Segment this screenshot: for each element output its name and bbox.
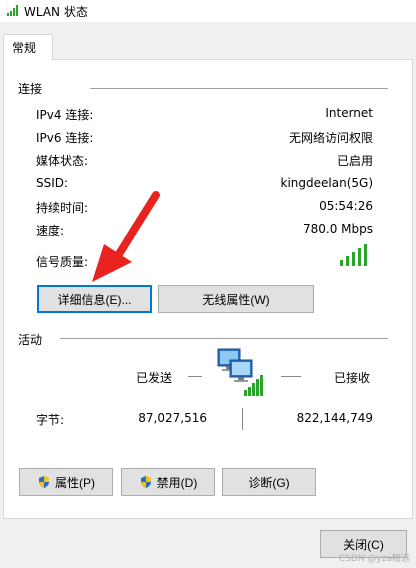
wireless-properties-button[interactable]: 无线属性(W)	[158, 285, 314, 313]
bytes-received-value: 822,144,749	[296, 411, 373, 425]
disable-button-label: 禁用(D)	[156, 475, 198, 490]
received-connector	[281, 376, 301, 377]
disable-button[interactable]: 禁用(D)	[121, 468, 215, 496]
tab-general[interactable]: 常规	[3, 34, 53, 60]
signal-strength-icon	[340, 244, 372, 266]
ssid-value: kingdeelan(5G)	[280, 176, 373, 190]
sent-label: 已发送	[136, 371, 173, 385]
window-title: WLAN 状态	[24, 5, 88, 19]
media-state-value: 已启用	[336, 154, 373, 168]
ipv4-value: Internet	[325, 106, 373, 120]
wireless-properties-button-label: 无线属性(W)	[202, 292, 270, 307]
ipv6-value: 无网络访问权限	[288, 131, 373, 145]
details-button-label: 详细信息(E)...	[57, 292, 132, 307]
properties-button[interactable]: 属性(P)	[19, 468, 113, 496]
ssid-label: SSID:	[36, 176, 69, 190]
ipv4-label: IPv4 连接:	[36, 108, 94, 122]
bytes-separator	[242, 408, 243, 430]
connection-group-divider	[90, 88, 388, 89]
media-state-label: 媒体状态:	[36, 154, 89, 168]
bytes-label: 字节:	[36, 413, 65, 427]
uac-shield-icon	[39, 476, 49, 488]
wifi-signal-icon	[7, 5, 18, 16]
signal-quality-label: 信号质量:	[36, 255, 89, 269]
speed-value: 780.0 Mbps	[302, 222, 373, 236]
uac-shield-icon	[140, 476, 151, 488]
activity-group-label: 活动	[18, 333, 43, 347]
activity-group-divider	[60, 338, 388, 339]
tab-general-label: 常规	[12, 41, 37, 55]
signal-bar	[340, 260, 343, 266]
details-button[interactable]: 详细信息(E)...	[37, 285, 152, 313]
connection-group-label: 连接	[18, 82, 43, 96]
signal-bar	[346, 256, 349, 266]
title-bar: WLAN 状态	[0, 0, 416, 22]
signal-bar	[364, 244, 367, 266]
duration-label: 持续时间:	[36, 201, 89, 215]
sent-connector	[188, 376, 202, 377]
watermark: CSDN @yza精选	[338, 554, 410, 564]
bytes-sent-value: 87,027,516	[138, 411, 207, 425]
signal-bar	[352, 252, 355, 266]
diagnose-button-label: 诊断(G)	[248, 475, 290, 490]
close-button-label: 关闭(C)	[343, 537, 384, 552]
received-label: 已接收	[334, 371, 371, 385]
duration-value: 05:54:26	[319, 199, 373, 213]
network-computers-icon	[217, 348, 263, 396]
properties-button-label: 属性(P)	[55, 475, 95, 490]
ipv6-label: IPv6 连接:	[36, 131, 94, 145]
diagnose-button[interactable]: 诊断(G)	[222, 468, 316, 496]
signal-bar	[358, 248, 361, 266]
speed-label: 速度:	[36, 224, 65, 238]
